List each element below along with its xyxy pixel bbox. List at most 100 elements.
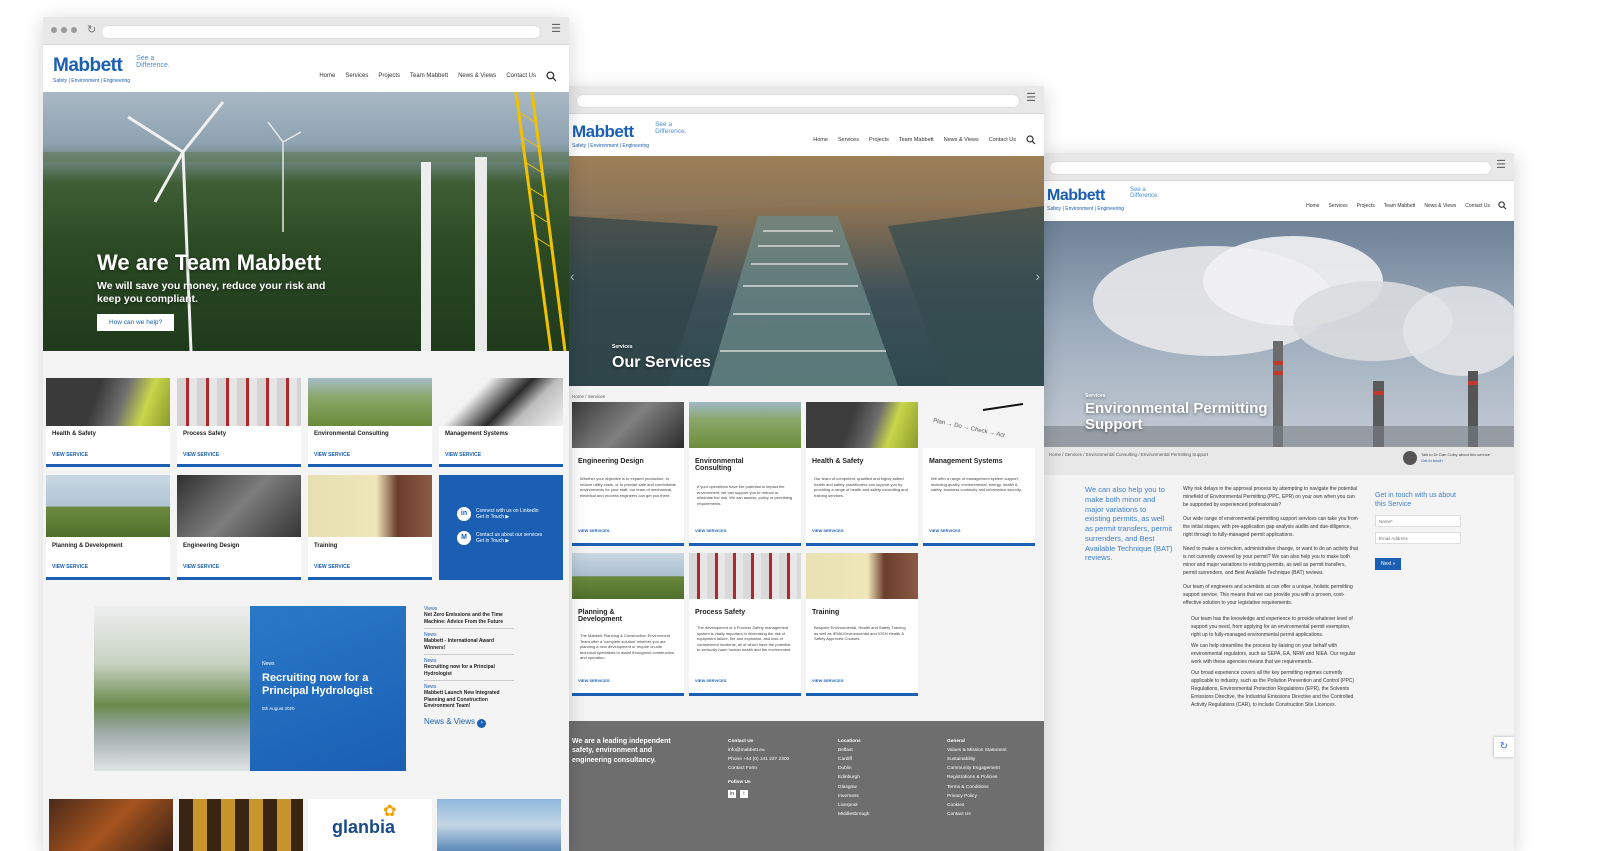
nav-news[interactable]: News & Views (944, 137, 979, 143)
hamburger-menu-icon[interactable]: ☰ (551, 24, 561, 35)
general-link[interactable]: Cookies (947, 801, 1007, 810)
hamburger-menu-icon[interactable]: ☰ (1496, 160, 1506, 171)
view-services-link[interactable]: VIEW SERVICES (812, 678, 844, 683)
service-card-health-safety[interactable]: Health & Safety Our team of competent, q… (806, 402, 918, 546)
service-card-engineering-design[interactable]: Engineering Design VIEW SERVICE (177, 475, 301, 580)
nav-home[interactable]: Home (813, 137, 828, 143)
location-link[interactable]: Dublin (838, 764, 869, 773)
name-field[interactable] (1375, 515, 1461, 528)
nav-team[interactable]: Team Mabbett (899, 137, 934, 143)
service-card-environmental-consulting[interactable]: Environmental Consulting VIEW SERVICE (308, 378, 432, 467)
reload-icon[interactable]: ↻ (87, 23, 96, 36)
carousel-prev-icon[interactable]: ‹ (570, 268, 575, 284)
location-link[interactable]: Belfast (838, 746, 869, 755)
email-field[interactable] (1375, 532, 1461, 545)
general-link[interactable]: Registrations & Policies (947, 773, 1007, 782)
general-link[interactable]: Terms & Conditions (947, 783, 1007, 792)
nav-contact[interactable]: Contact Us (506, 73, 536, 79)
contact-connect[interactable]: M Contact us about our services Get in To… (457, 531, 542, 545)
general-link[interactable]: Values & Mission Statement (947, 746, 1007, 755)
service-card-management-systems[interactable]: Management Systems VIEW SERVICE (439, 378, 563, 467)
view-service-link[interactable]: VIEW SERVICE (445, 452, 481, 458)
view-service-link[interactable]: VIEW SERVICE (314, 452, 350, 458)
location-link[interactable]: Cardiff (838, 755, 869, 764)
carousel-next-icon[interactable]: › (1035, 268, 1040, 284)
service-card-environmental-consulting[interactable]: Environmental Consulting If your operati… (689, 402, 801, 546)
mabbett-logo[interactable]: Mabbett Safety | Environment | Engineeri… (572, 121, 686, 149)
service-card-training[interactable]: Training VIEW SERVICE (308, 475, 432, 580)
how-can-we-help-button[interactable]: How can we help? (97, 314, 175, 331)
view-service-link[interactable]: VIEW SERVICE (183, 452, 219, 458)
email-link[interactable]: info@mabbett.eu (728, 746, 789, 755)
address-bar[interactable] (576, 94, 1020, 108)
twitter-icon[interactable]: t (740, 789, 748, 798)
mabbett-logo[interactable]: Mabbett Safety | Environment | Engineeri… (1047, 187, 1159, 212)
nav-home[interactable]: Home (319, 73, 335, 79)
view-service-link[interactable]: VIEW SERVICE (52, 452, 88, 458)
service-card-health-safety[interactable]: Health & Safety VIEW SERVICE (46, 378, 170, 467)
news-feature-card[interactable]: News Recruiting now for a Principal Hydro… (250, 606, 406, 771)
next-button[interactable]: Next » (1375, 558, 1402, 571)
service-card-planning-development[interactable]: Planning & Development VIEW SERVICE (46, 475, 170, 580)
view-service-link[interactable]: VIEW SERVICE (183, 564, 219, 570)
service-card-engineering-design[interactable]: Engineering Design Whether your objectiv… (572, 402, 684, 546)
view-services-link[interactable]: VIEW SERVICES (695, 678, 727, 683)
talk-to-expert: Talk to Dr Dan Colby about this service (1421, 452, 1490, 457)
service-card-planning-development[interactable]: Planning & Development The Mabbett Plann… (572, 553, 684, 696)
breadcrumb[interactable]: Home / Services / Environmental Consulti… (1049, 452, 1208, 457)
nav-team[interactable]: Team Mabbett (410, 73, 448, 79)
mabbett-logo[interactable]: Mabbett Safety | Environment | Engineeri… (53, 55, 170, 84)
general-link[interactable]: Community Engagement (947, 764, 1007, 773)
general-link[interactable]: Privacy Policy (947, 792, 1007, 801)
address-bar[interactable] (1049, 161, 1492, 175)
location-link[interactable]: Inverness (838, 792, 869, 801)
nav-news[interactable]: News & Views (458, 73, 496, 79)
contact-form-link[interactable]: Contact Form (728, 764, 789, 773)
linkedin-icon[interactable]: in (728, 789, 736, 798)
view-services-link[interactable]: VIEW SERVICES (695, 528, 727, 533)
breadcrumb[interactable]: Home / Services (568, 386, 1044, 402)
get-in-touch-link[interactable]: Get in touch (1421, 458, 1443, 463)
location-link[interactable]: Middlesbrough (838, 810, 869, 819)
search-icon[interactable] (1026, 135, 1036, 145)
general-link[interactable]: Sustainability (947, 755, 1007, 764)
view-service-link[interactable]: VIEW SERVICE (314, 564, 350, 570)
service-card-training[interactable]: Training Bespoke Environmental, Health a… (806, 553, 918, 696)
view-services-link[interactable]: VIEW SERVICES (929, 528, 961, 533)
list-item[interactable]: News Mabbett - International Award Winne… (424, 632, 514, 655)
linkedin-connect[interactable]: in Connect with us on Linkedin Get in Tou… (457, 507, 539, 521)
general-link[interactable]: Contact Us (947, 810, 1007, 819)
nav-contact[interactable]: Contact Us (989, 137, 1016, 143)
news-views-link[interactable]: News & Views › (424, 717, 514, 728)
list-item[interactable]: Views Net Zero Emissions and the Time Ma… (424, 606, 514, 629)
service-card-process-safety[interactable]: Process Safety The development of a Proc… (689, 553, 801, 696)
nav-services[interactable]: Services (1328, 203, 1347, 209)
nav-projects[interactable]: Projects (378, 73, 400, 79)
location-link[interactable]: Glasgow (838, 783, 869, 792)
svg-text:Plan → Do → Check → Act: Plan → Do → Check → Act (933, 418, 1006, 439)
search-icon[interactable] (546, 71, 557, 82)
view-services-link[interactable]: VIEW SERVICES (578, 678, 610, 683)
nav-projects[interactable]: Projects (1357, 203, 1375, 209)
service-card-management-systems[interactable]: Plan → Do → Check → Act Management Syste… (923, 402, 1035, 546)
hamburger-menu-icon[interactable]: ☰ (1026, 93, 1036, 104)
list-item[interactable]: News Recruiting now for a Principal Hydr… (424, 658, 514, 681)
nav-projects[interactable]: Projects (869, 137, 889, 143)
location-link[interactable]: Liverpool (838, 801, 869, 810)
list-item[interactable]: News Mabbett Launch New Integrated Plann… (424, 684, 514, 713)
search-icon[interactable] (1498, 201, 1507, 210)
view-service-link[interactable]: VIEW SERVICE (52, 564, 88, 570)
nav-services[interactable]: Services (838, 137, 859, 143)
recaptcha-icon[interactable]: ↻ (1494, 737, 1514, 757)
nav-contact[interactable]: Contact Us (1465, 203, 1490, 209)
nav-services[interactable]: Services (345, 73, 368, 79)
address-bar[interactable] (101, 25, 541, 39)
view-services-link[interactable]: VIEW SERVICES (578, 528, 610, 533)
nav-home[interactable]: Home (1306, 203, 1319, 209)
nav-news[interactable]: News & Views (1424, 203, 1456, 209)
footer-general: General Values & Mission Statement Susta… (947, 737, 1007, 819)
view-services-link[interactable]: VIEW SERVICES (812, 528, 844, 533)
service-card-process-safety[interactable]: Process Safety VIEW SERVICE (177, 378, 301, 467)
nav-team[interactable]: Team Mabbett (1384, 203, 1416, 209)
location-link[interactable]: Edinburgh (838, 773, 869, 782)
